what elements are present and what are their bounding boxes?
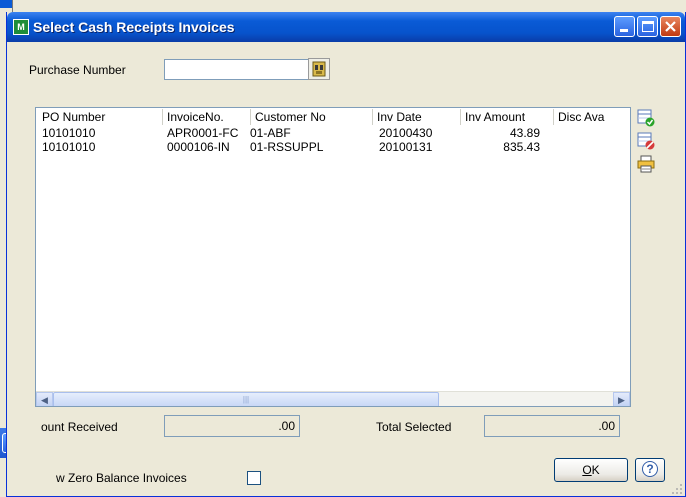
resize-grip-icon[interactable] — [671, 482, 683, 494]
clear-selection-icon — [637, 132, 655, 150]
list-header: PO Number InvoiceNo. Customer No Inv Dat… — [36, 108, 630, 126]
scroll-right-button[interactable]: ▶ — [613, 392, 630, 406]
app-icon: M — [13, 19, 29, 35]
cell-po-number: 10101010 — [42, 126, 96, 140]
table-row[interactable]: 10101010 0000106-IN 01-RSSUPPL 20100131 … — [36, 140, 630, 154]
minimize-icon — [620, 29, 628, 32]
horizontal-scrollbar[interactable]: ◀ ||| ▶ — [36, 391, 630, 406]
total-selected-label: Total Selected — [376, 420, 452, 434]
cell-customer-no: 01-ABF — [250, 126, 291, 140]
title-bar[interactable]: M Select Cash Receipts Invoices — [7, 12, 685, 42]
print-button[interactable] — [637, 155, 655, 173]
cell-inv-amount: 43.89 — [509, 126, 540, 140]
total-selected-value: .00 — [484, 415, 620, 437]
maximize-icon — [642, 21, 654, 32]
clear-selection-button[interactable] — [637, 132, 655, 150]
amount-received-label: ount Received — [41, 420, 118, 434]
cell-disc-available — [556, 140, 626, 154]
ok-mnemonic: O — [582, 463, 592, 477]
lookup-button[interactable] — [308, 58, 330, 80]
column-header-disc-available[interactable]: Disc Ava — [554, 109, 630, 125]
close-icon — [665, 21, 676, 32]
purchase-number-label: Purchase Number — [29, 63, 126, 77]
invoice-list[interactable]: PO Number InvoiceNo. Customer No Inv Dat… — [35, 107, 631, 407]
cell-inv-date: 20100430 — [379, 126, 433, 140]
purchase-number-input[interactable] — [164, 59, 312, 80]
maximize-button[interactable] — [637, 16, 658, 37]
cell-po-number: 10101010 — [42, 140, 96, 154]
cell-inv-amount: 835.43 — [503, 140, 540, 154]
cell-invoice-no: APR0001-FC — [167, 126, 239, 140]
lookup-icon — [312, 61, 326, 77]
cell-inv-date: 20100131 — [379, 140, 433, 154]
show-zero-balance-checkbox[interactable] — [247, 471, 261, 485]
select-all-button[interactable] — [637, 109, 655, 127]
scroll-left-button[interactable]: ◀ — [36, 392, 53, 406]
column-header-inv-date[interactable]: Inv Date — [373, 109, 461, 125]
ok-label: K — [591, 463, 600, 477]
show-zero-balance-label: w Zero Balance Invoices — [56, 471, 187, 485]
window-title: Select Cash Receipts Invoices — [33, 19, 235, 35]
cell-disc-available — [556, 126, 626, 140]
column-header-invoice-no[interactable]: InvoiceNo. — [163, 109, 251, 125]
close-button[interactable] — [660, 16, 681, 37]
column-header-inv-amount[interactable]: Inv Amount — [461, 109, 554, 125]
select-all-icon — [637, 109, 655, 127]
amount-received-value: .00 — [164, 415, 300, 437]
minimize-button[interactable] — [614, 16, 635, 37]
ok-button[interactable]: OK — [554, 458, 628, 482]
help-icon: ? — [642, 461, 658, 477]
help-button[interactable]: ? — [635, 458, 665, 482]
scroll-thumb[interactable]: ||| — [53, 392, 439, 406]
cell-invoice-no: 0000106-IN — [167, 140, 230, 154]
select-cash-receipts-dialog: M Select Cash Receipts Invoices Purchase… — [6, 12, 686, 497]
table-row[interactable]: 10101010 APR0001-FC 01-ABF 20100430 43.8… — [36, 126, 630, 140]
background-window-titlebar — [0, 0, 12, 8]
cell-customer-no: 01-RSSUPPL — [250, 140, 324, 154]
column-header-po-number[interactable]: PO Number — [38, 109, 163, 125]
print-icon — [637, 155, 655, 173]
column-header-customer-no[interactable]: Customer No — [251, 109, 373, 125]
